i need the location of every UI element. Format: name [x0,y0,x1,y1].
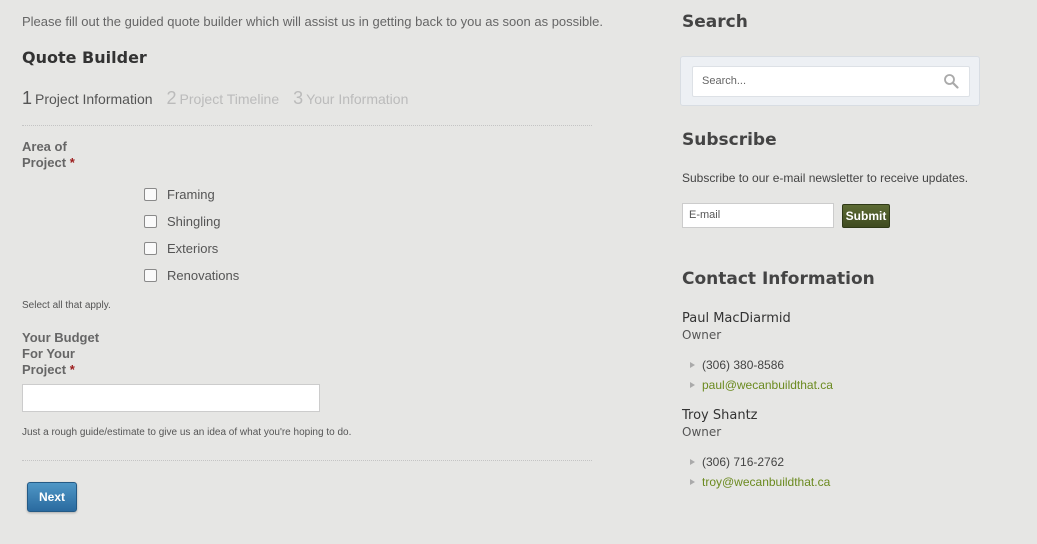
bullet-arrow-icon [690,382,695,388]
option-exteriors[interactable]: Exteriors [144,235,239,262]
shingling-checkbox[interactable] [144,215,157,228]
step-project-timeline[interactable]: 2 Project Timeline [167,88,280,109]
label-line: Area of [22,139,67,154]
step-number: 2 [166,88,177,108]
label-line: Project [22,155,67,170]
contact-phone: (306) 716-2762 [690,455,784,469]
subscribe-text: Subscribe to our e-mail newsletter to re… [682,171,969,185]
renovations-checkbox[interactable] [144,269,157,282]
next-button[interactable]: Next [27,482,77,512]
email-link[interactable]: troy@wecanbuildthat.ca [702,475,830,489]
required-marker: * [69,155,75,170]
step-label: Project Timeline [179,91,280,107]
search-icon[interactable] [943,73,959,89]
bullet-arrow-icon [690,362,695,368]
divider [22,460,592,461]
step-project-information[interactable]: 1 Project Information [22,88,153,109]
area-of-project-label: Area of Project * [22,139,75,171]
intro-text: Please fill out the guided quote builder… [22,14,604,29]
search-placeholder: Search... [702,75,747,87]
quote-builder-title: Quote Builder [22,48,147,67]
contact-email: troy@wecanbuildthat.ca [690,475,830,489]
step-number: 3 [293,88,304,108]
exteriors-checkbox[interactable] [144,242,157,255]
checkbox-label: Framing [167,187,215,202]
area-help-text: Select all that apply. [22,300,111,311]
search-heading: Search [682,12,748,32]
step-your-information[interactable]: 3 Your Information [293,88,408,109]
checkbox-label: Renovations [167,268,240,283]
contact-heading: Contact Information [682,269,875,289]
label-line: Your Budget [22,330,100,345]
contact-phone: (306) 380-8586 [690,358,784,372]
step-label: Project Information [35,91,153,107]
contact-role: Owner [682,328,722,342]
email-field[interactable]: E-mail [682,203,834,228]
checkbox-label: Shingling [167,214,221,229]
contact-role: Owner [682,425,722,439]
search-widget: Search... [680,56,980,106]
bullet-arrow-icon [690,479,695,485]
contact-name: Paul MacDiarmid [682,311,791,326]
email-link[interactable]: paul@wecanbuildthat.ca [702,378,833,392]
email-placeholder: E-mail [689,209,721,221]
submit-button[interactable]: Submit [842,204,890,228]
step-indicator: 1 Project Information 2 Project Timeline… [22,88,408,109]
label-line: For Your [22,346,75,361]
phone-text: (306) 716-2762 [702,455,785,469]
contact-name: Troy Shantz [682,408,758,423]
framing-checkbox[interactable] [144,188,157,201]
checkbox-label: Exteriors [167,241,219,256]
label-line: Project [22,362,67,377]
step-number: 1 [22,88,33,108]
budget-input[interactable] [22,384,320,412]
option-shingling[interactable]: Shingling [144,208,239,235]
search-input[interactable]: Search... [692,66,970,97]
budget-label: Your Budget For Your Project * [22,330,99,378]
option-framing[interactable]: Framing [144,181,239,208]
budget-help-text: Just a rough guide/estimate to give us a… [22,427,352,438]
divider [22,125,592,126]
phone-text: (306) 380-8586 [702,358,785,372]
option-renovations[interactable]: Renovations [144,262,239,289]
subscribe-heading: Subscribe [682,130,777,150]
step-label: Your Information [306,91,409,107]
area-options: Framing Shingling Exteriors Renovations [144,181,239,289]
required-marker: * [69,362,75,377]
bullet-arrow-icon [690,459,695,465]
contact-email: paul@wecanbuildthat.ca [690,378,833,392]
